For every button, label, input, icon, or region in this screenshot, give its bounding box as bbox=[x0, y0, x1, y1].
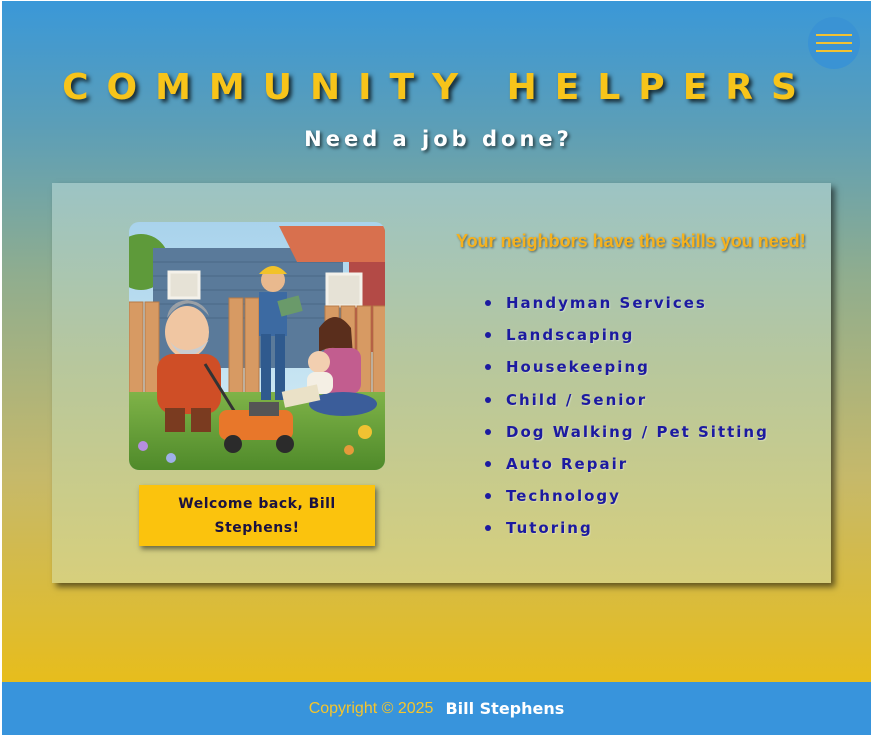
skill-label: Landscaping bbox=[506, 326, 635, 345]
skill-label: Technology bbox=[506, 487, 621, 506]
copyright-text: Copyright © 2025 bbox=[308, 699, 434, 717]
skill-label: Housekeeping bbox=[506, 358, 650, 377]
menu-icon-bar bbox=[816, 50, 852, 52]
list-item: Child / Senior bbox=[456, 390, 769, 422]
skill-label: Auto Repair bbox=[506, 454, 629, 473]
list-item: Dog Walking / Pet Sitting bbox=[456, 422, 769, 454]
bullet-icon bbox=[485, 396, 491, 403]
list-item: Auto Repair bbox=[456, 454, 769, 486]
list-item: Housekeeping bbox=[456, 357, 769, 389]
bullet-icon bbox=[485, 300, 491, 306]
site-subtitle: Need a job done? bbox=[304, 127, 573, 151]
list-item: Handyman Services bbox=[456, 293, 769, 325]
bullet-icon bbox=[485, 525, 491, 532]
bullet-icon bbox=[485, 460, 491, 467]
author-name: Bill Stephens bbox=[445, 699, 565, 718]
list-item: Technology bbox=[456, 486, 769, 518]
skills-heading: Your neighbors have the skills you need! bbox=[456, 231, 806, 251]
helpers-illustration bbox=[129, 222, 385, 470]
skill-label: Dog Walking / Pet Sitting bbox=[506, 422, 769, 441]
list-item: Tutoring bbox=[456, 518, 769, 550]
bullet-icon bbox=[485, 332, 491, 339]
menu-icon-bar bbox=[816, 42, 852, 44]
skill-label: Handyman Services bbox=[506, 294, 707, 312]
content-card: Welcome back, Bill Stephens! Your neighb… bbox=[52, 183, 831, 583]
hamburger-menu-button[interactable] bbox=[808, 17, 860, 69]
skill-label: Child / Senior bbox=[506, 390, 648, 409]
welcome-banner: Welcome back, Bill Stephens! bbox=[139, 485, 375, 546]
menu-icon-bar bbox=[816, 34, 852, 36]
bullet-icon bbox=[485, 428, 491, 435]
bullet-icon bbox=[485, 364, 491, 371]
list-item: Landscaping bbox=[456, 325, 769, 357]
skills-list: Handyman Services Landscaping Housekeepi… bbox=[456, 293, 769, 551]
bullet-icon bbox=[485, 493, 491, 500]
site-footer: Copyright © 2025 Bill Stephens bbox=[2, 682, 871, 735]
skill-label: Tutoring bbox=[506, 519, 593, 538]
page-background: COMMUNITY HELPERS Need a job done? Welco… bbox=[2, 1, 871, 682]
site-title: COMMUNITY HELPERS bbox=[62, 67, 815, 108]
